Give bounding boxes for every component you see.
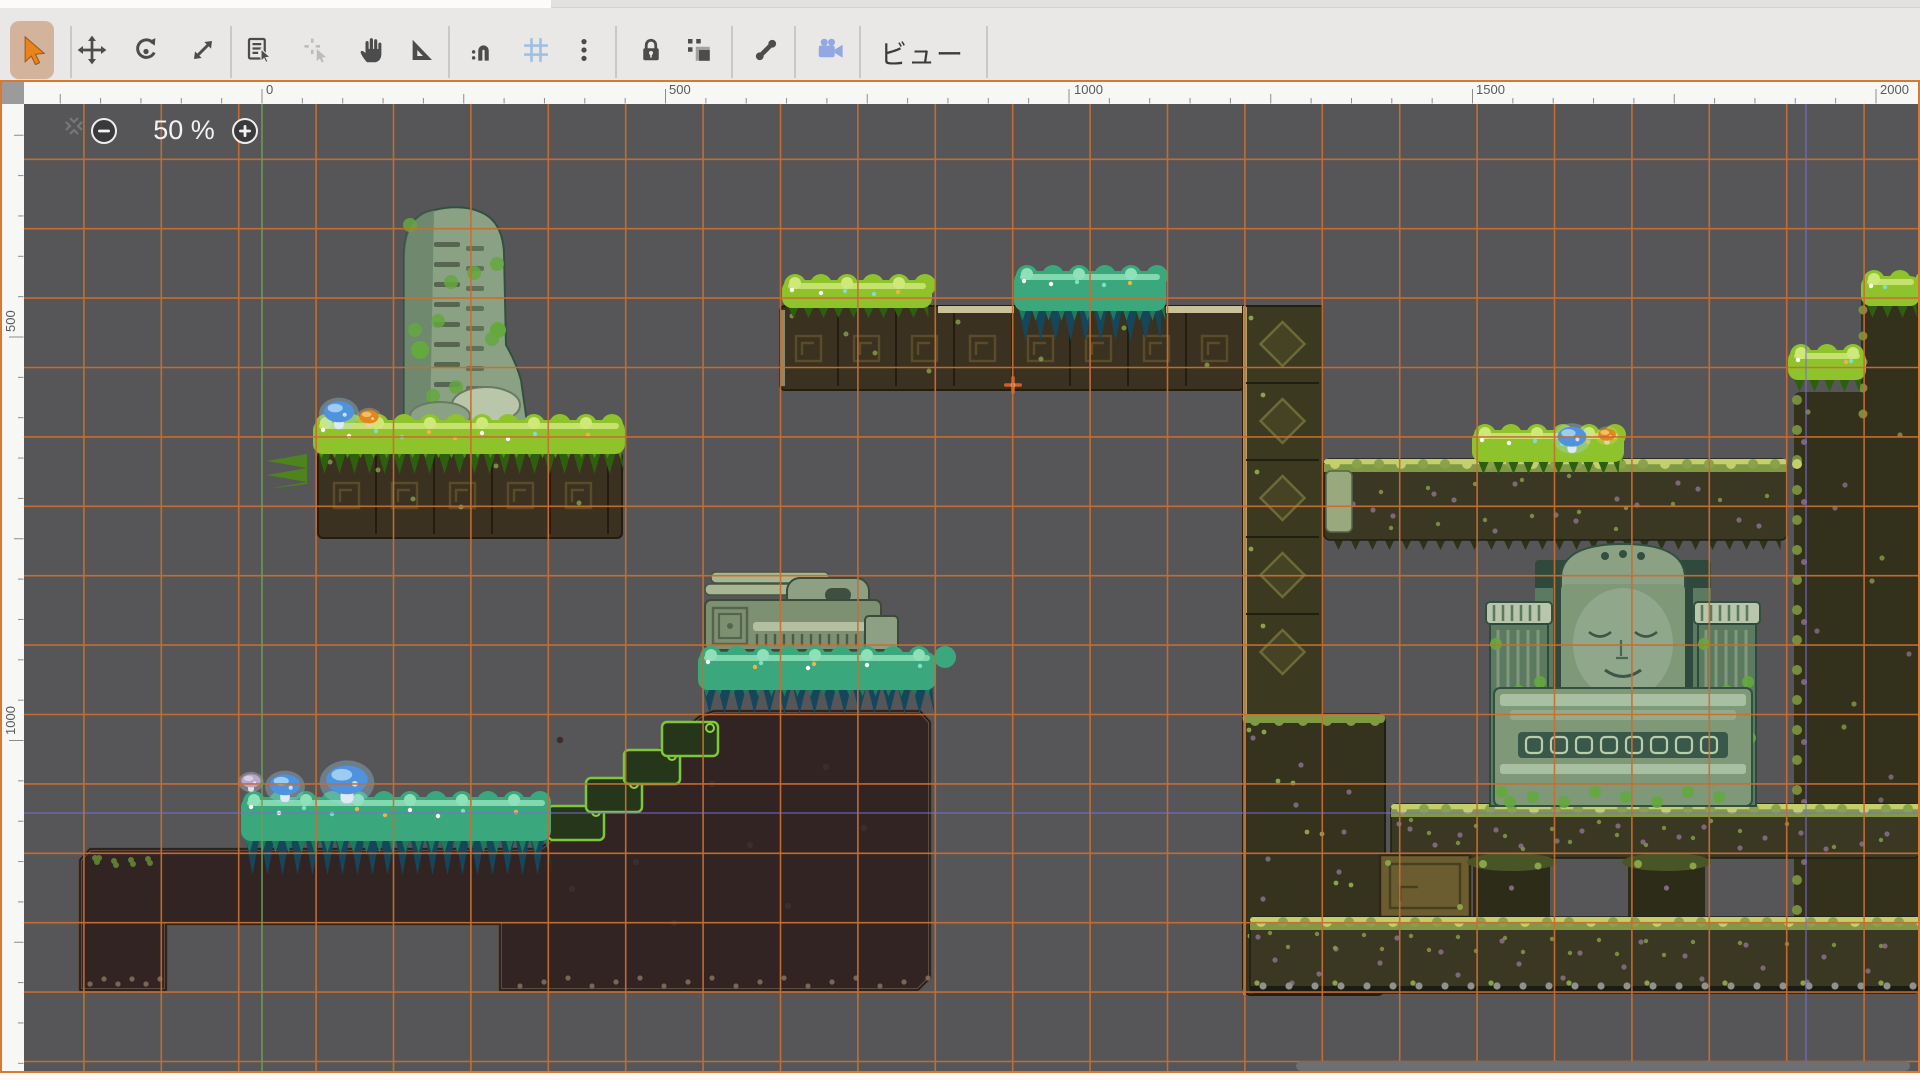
toolbar-separator: [615, 26, 617, 78]
rotate-tool[interactable]: [124, 21, 168, 79]
pan-tool[interactable]: [350, 21, 394, 79]
deco-block: [1380, 855, 1470, 917]
move-tool[interactable]: [70, 21, 114, 79]
snap-options-menu-icon: [569, 35, 599, 65]
zoom-out-button[interactable]: [91, 118, 117, 144]
tab-strip-left: [0, 0, 551, 8]
scene-render: [24, 104, 1918, 1071]
move-tool-icon: [77, 35, 107, 65]
svg-text:1500: 1500: [1476, 82, 1505, 97]
right-mass: [1788, 270, 1918, 993]
list-select-tool[interactable]: [238, 21, 282, 79]
toolbar-separator: [859, 26, 861, 78]
horizontal-scrollbar-handle[interactable]: [1296, 1061, 1910, 1071]
ruler-corner-box: [2, 82, 24, 104]
group-button-icon: [684, 35, 714, 65]
svg-text:1000: 1000: [1074, 82, 1103, 97]
toolbar-separator: [794, 26, 796, 78]
ruler-tool-icon: [407, 35, 437, 65]
svg-text:2000: 2000: [1880, 82, 1909, 97]
camera-override-button[interactable]: [809, 21, 853, 79]
vertical-ruler[interactable]: 500 1000: [2, 104, 24, 1071]
smart-snap-toggle-icon: [467, 35, 497, 65]
svg-text:500: 500: [3, 310, 18, 332]
pivot-tool[interactable]: [294, 21, 338, 79]
scale-tool[interactable]: [181, 21, 225, 79]
left-platform-mushrooms: [319, 398, 382, 430]
list-select-tool-icon: [245, 35, 275, 65]
canvas-toolbar: ビュー: [0, 8, 1920, 80]
pivot-tool-icon: [301, 35, 331, 65]
view-menu[interactable]: ビュー: [862, 30, 982, 74]
tab-strip-right: [551, 0, 1920, 8]
toolbar-separator: [986, 26, 988, 78]
pan-tool-icon: [357, 35, 387, 65]
skeleton-options-menu-icon: [751, 35, 781, 65]
view-menu-label: ビュー: [880, 33, 964, 72]
tombstone: [403, 207, 528, 430]
ruler-tool[interactable]: [400, 21, 444, 79]
ruin-top-beam: [1324, 459, 1802, 550]
svg-text:1000: 1000: [3, 706, 18, 735]
toolbar-separator: [731, 26, 733, 78]
camera-override-button-icon: [816, 35, 846, 65]
lock-button[interactable]: [629, 21, 673, 79]
toolbar-separator: [448, 26, 450, 78]
tank-grass: [698, 646, 956, 714]
svg-text:0: 0: [266, 82, 273, 97]
zoom-level-label[interactable]: 50 %: [124, 115, 244, 146]
select-tool-icon: [17, 35, 47, 65]
group-button[interactable]: [677, 21, 721, 79]
smart-snap-toggle[interactable]: [460, 21, 504, 79]
select-tool[interactable]: [10, 21, 54, 79]
svg-text:500: 500: [669, 82, 691, 97]
zoom-in-button[interactable]: [232, 118, 258, 144]
scale-tool-icon: [188, 35, 218, 65]
toolbar-separator: [230, 26, 232, 78]
skeleton-options-menu[interactable]: [744, 21, 788, 79]
bottom-strip: [0, 1073, 1920, 1080]
grid-snap-toggle[interactable]: [514, 21, 558, 79]
ruin-posts: [1467, 853, 1711, 918]
statue: [1486, 544, 1760, 808]
tank-relic: [705, 572, 898, 650]
left-grass-platform: [267, 414, 625, 538]
viewport-canvas[interactable]: 50 %: [24, 104, 1918, 1071]
minus-icon: [97, 124, 111, 138]
plus-icon: [238, 124, 252, 138]
godot-2d-editor: ビュー 0 500 1000 1500 2000 500 1000 50 %: [0, 0, 1920, 1080]
horizontal-ruler[interactable]: 0 500 1000 1500 2000: [24, 82, 1918, 104]
grid-snap-toggle-icon: [521, 35, 551, 65]
lock-button-icon: [636, 35, 666, 65]
statue-beam: [1391, 804, 1918, 858]
focus-ghost-icon: [60, 112, 88, 140]
bottom-beam: [1250, 917, 1918, 993]
snap-options-menu[interactable]: [562, 21, 606, 79]
rotate-tool-icon: [131, 35, 161, 65]
